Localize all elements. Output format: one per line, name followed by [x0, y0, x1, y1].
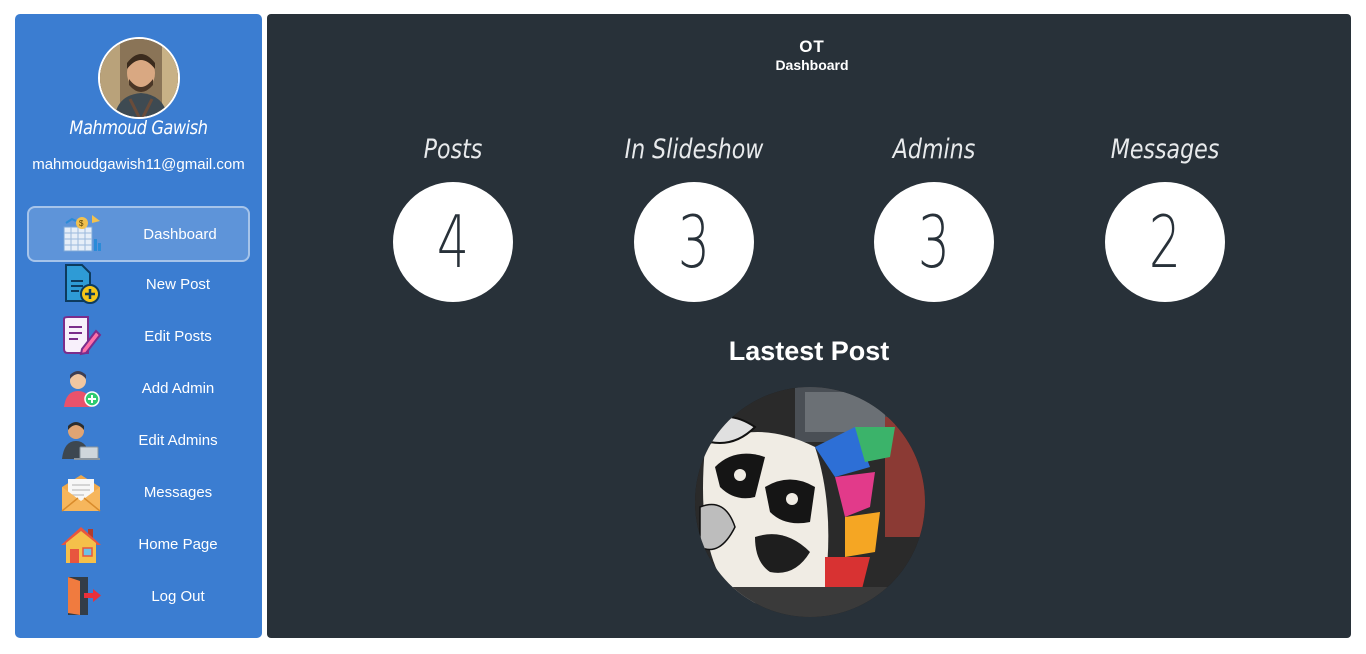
sidebar-item-messages[interactable]: Messages — [27, 466, 250, 518]
sidebar-item-label: Dashboard — [143, 225, 217, 243]
logout-icon — [60, 575, 102, 617]
svg-text:$: $ — [79, 219, 84, 228]
stat-messages: Messages 2 — [1065, 132, 1265, 302]
logo-title: Dashboard — [775, 57, 849, 73]
sidebar-item-label: Log Out — [151, 587, 205, 605]
sidebar-item-label: Edit Posts — [144, 327, 212, 345]
add-admin-icon — [60, 367, 102, 409]
stat-value: 4 — [436, 200, 470, 284]
new-post-icon — [60, 263, 102, 305]
sidebar-item-home-page[interactable]: Home Page — [27, 518, 250, 570]
dashboard-icon: $ — [62, 213, 104, 255]
logo-mark: OT — [799, 37, 825, 56]
sidebar-item-label: New Post — [145, 275, 211, 293]
stat-label: In Slideshow — [624, 134, 764, 165]
latest-post-image[interactable] — [695, 387, 925, 617]
edit-posts-icon — [60, 315, 102, 357]
sidebar-item-log-out[interactable]: Log Out — [27, 570, 250, 622]
edit-admins-icon — [60, 419, 102, 461]
sidebar-nav: $ Dashboard New Post Edit Posts Add Admi… — [27, 206, 250, 622]
stat-label: Posts — [423, 134, 483, 165]
main-panel: OT Dashboard Posts 4 In Slideshow 3 Admi… — [267, 14, 1351, 638]
sidebar-item-dashboard[interactable]: $ Dashboard — [27, 206, 250, 262]
stat-value-circle: 3 — [874, 182, 994, 302]
sidebar-item-label: Edit Admins — [138, 431, 218, 449]
messages-icon — [60, 471, 102, 513]
latest-post-title: Lastest Post — [728, 336, 890, 366]
sidebar-item-label: Messages — [143, 483, 213, 501]
stat-value: 3 — [917, 200, 951, 284]
sidebar-item-edit-posts[interactable]: Edit Posts — [27, 310, 250, 362]
sidebar-item-label: Home Page — [138, 535, 218, 553]
home-icon — [60, 523, 102, 565]
stat-admins: Admins 3 — [834, 132, 1034, 302]
avatar — [98, 37, 180, 119]
stat-value-circle: 2 — [1105, 182, 1225, 302]
sidebar-item-edit-admins[interactable]: Edit Admins — [27, 414, 250, 466]
sidebar: Mahmoud Gawish mahmoudgawish11@gmail.com… — [15, 14, 262, 638]
user-name: Mahmoud Gawish — [69, 117, 208, 139]
stat-posts: Posts 4 — [353, 132, 553, 302]
dashboard-logo: OT Dashboard — [762, 38, 862, 74]
stat-in-slideshow: In Slideshow 3 — [594, 132, 794, 302]
stat-value: 3 — [677, 200, 711, 284]
stat-label: Admins — [892, 134, 976, 165]
stat-value: 2 — [1148, 200, 1182, 284]
sidebar-item-new-post[interactable]: New Post — [27, 258, 250, 310]
user-email: mahmoudgawish11@gmail.com — [32, 156, 245, 173]
sidebar-item-label: Add Admin — [141, 379, 215, 397]
stat-label: Messages — [1110, 134, 1220, 165]
stat-value-circle: 3 — [634, 182, 754, 302]
stat-value-circle: 4 — [393, 182, 513, 302]
sidebar-item-add-admin[interactable]: Add Admin — [27, 362, 250, 414]
